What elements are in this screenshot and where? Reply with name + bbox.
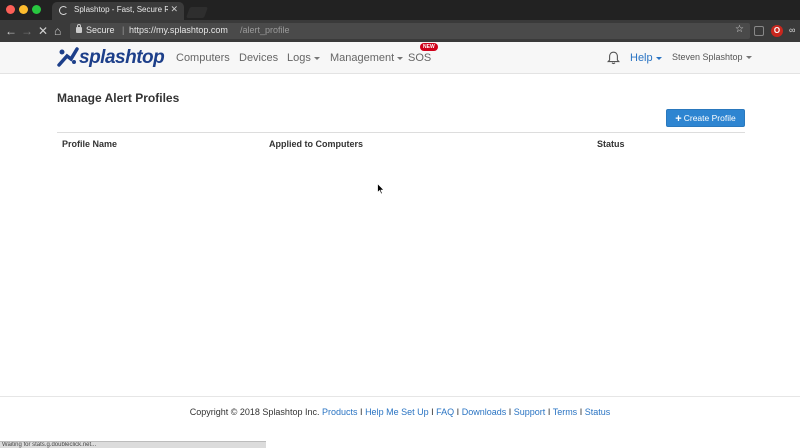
stop-icon[interactable]: ✕ xyxy=(38,23,48,39)
address-separator: | xyxy=(122,25,125,35)
footer-link-support[interactable]: Support xyxy=(514,407,546,417)
nav-logs-label: Logs xyxy=(287,52,311,64)
chevron-down-icon xyxy=(745,56,752,60)
column-header-profile-name[interactable]: Profile Name xyxy=(62,139,117,149)
new-tab-button[interactable] xyxy=(185,7,209,18)
copyright-text: Copyright © 2018 Splashtop Inc. xyxy=(189,407,320,417)
footer-divider xyxy=(0,396,800,397)
footer-link-products[interactable]: Products xyxy=(322,407,358,417)
nav-management[interactable]: Management xyxy=(330,52,404,64)
create-profile-label: Create Profile xyxy=(683,113,736,123)
url-path: /alert_profile xyxy=(240,25,290,35)
column-header-applied-to-computers[interactable]: Applied to Computers xyxy=(269,139,363,149)
forward-icon[interactable]: → xyxy=(21,23,33,39)
browser-tab[interactable]: Splashtop - Fast, Secure Rem ✕ xyxy=(52,2,184,20)
footer-link-status[interactable]: Status xyxy=(585,407,611,417)
help-menu[interactable]: Help xyxy=(630,52,662,64)
user-label: Steven Splashtop xyxy=(672,52,743,62)
mouse-cursor-icon xyxy=(377,183,385,195)
page-title: Manage Alert Profiles xyxy=(57,91,180,105)
maximize-window-button[interactable] xyxy=(32,5,41,14)
footer-link-terms[interactable]: Terms xyxy=(553,407,578,417)
extension-icon[interactable] xyxy=(754,26,764,36)
splashtop-logo-icon xyxy=(57,47,79,67)
plus-icon: + xyxy=(675,113,682,125)
nav-computers[interactable]: Computers xyxy=(176,52,230,64)
user-menu[interactable]: Steven Splashtop xyxy=(672,52,752,62)
minimize-window-button[interactable] xyxy=(19,5,28,14)
new-badge: NEW xyxy=(420,43,438,51)
footer-link-help-me-set-up[interactable]: Help Me Set Up xyxy=(365,407,429,417)
browser-titlebar: Splashtop - Fast, Secure Rem ✕ xyxy=(0,0,800,20)
browser-status-bar: Waiting for stats.g.doubleclick.net... xyxy=(0,441,266,448)
logo-text: splashtop xyxy=(79,47,165,68)
footer-separator: I xyxy=(456,407,460,417)
address-bar[interactable]: Secure | https://my.splashtop.com /alert… xyxy=(70,23,750,39)
chevron-down-icon xyxy=(313,56,320,60)
browser-toolbar: ← → ✕ ⌂ Secure | https://my.splashtop.co… xyxy=(0,20,800,42)
nav-devices[interactable]: Devices xyxy=(239,52,278,64)
help-label: Help xyxy=(630,52,653,64)
url-base: https://my.splashtop.com xyxy=(129,25,228,35)
nav-management-label: Management xyxy=(330,52,395,64)
close-window-button[interactable] xyxy=(6,5,15,14)
footer-link-faq[interactable]: FAQ xyxy=(436,407,454,417)
lock-icon xyxy=(76,24,82,33)
home-icon[interactable]: ⌂ xyxy=(54,23,61,39)
glasses-extension-icon[interactable]: ∞ xyxy=(789,25,795,35)
nav-sos[interactable]: SOS xyxy=(408,52,431,64)
footer: Copyright © 2018 Splashtop Inc. Products… xyxy=(0,407,800,417)
footer-separator: I xyxy=(579,407,583,417)
footer-link-downloads[interactable]: Downloads xyxy=(462,407,507,417)
column-header-status[interactable]: Status xyxy=(597,139,625,149)
back-icon[interactable]: ← xyxy=(5,23,17,39)
footer-separator: I xyxy=(508,407,512,417)
opera-extension-icon[interactable]: O xyxy=(771,25,783,37)
loading-spinner-icon xyxy=(59,6,68,15)
tab-close-icon[interactable]: ✕ xyxy=(170,4,178,15)
footer-separator: I xyxy=(547,407,551,417)
chevron-down-icon xyxy=(655,56,662,60)
footer-separator: I xyxy=(360,407,363,417)
table-divider xyxy=(57,132,745,133)
tab-title: Splashtop - Fast, Secure Rem xyxy=(74,5,168,14)
chevron-down-icon xyxy=(397,56,404,60)
star-icon[interactable]: ☆ xyxy=(735,24,744,35)
footer-separator: I xyxy=(431,407,434,417)
bell-icon[interactable] xyxy=(607,51,620,65)
secure-label: Secure xyxy=(86,25,115,35)
create-profile-button[interactable]: + Create Profile xyxy=(666,109,745,127)
nav-logs[interactable]: Logs xyxy=(287,52,320,64)
